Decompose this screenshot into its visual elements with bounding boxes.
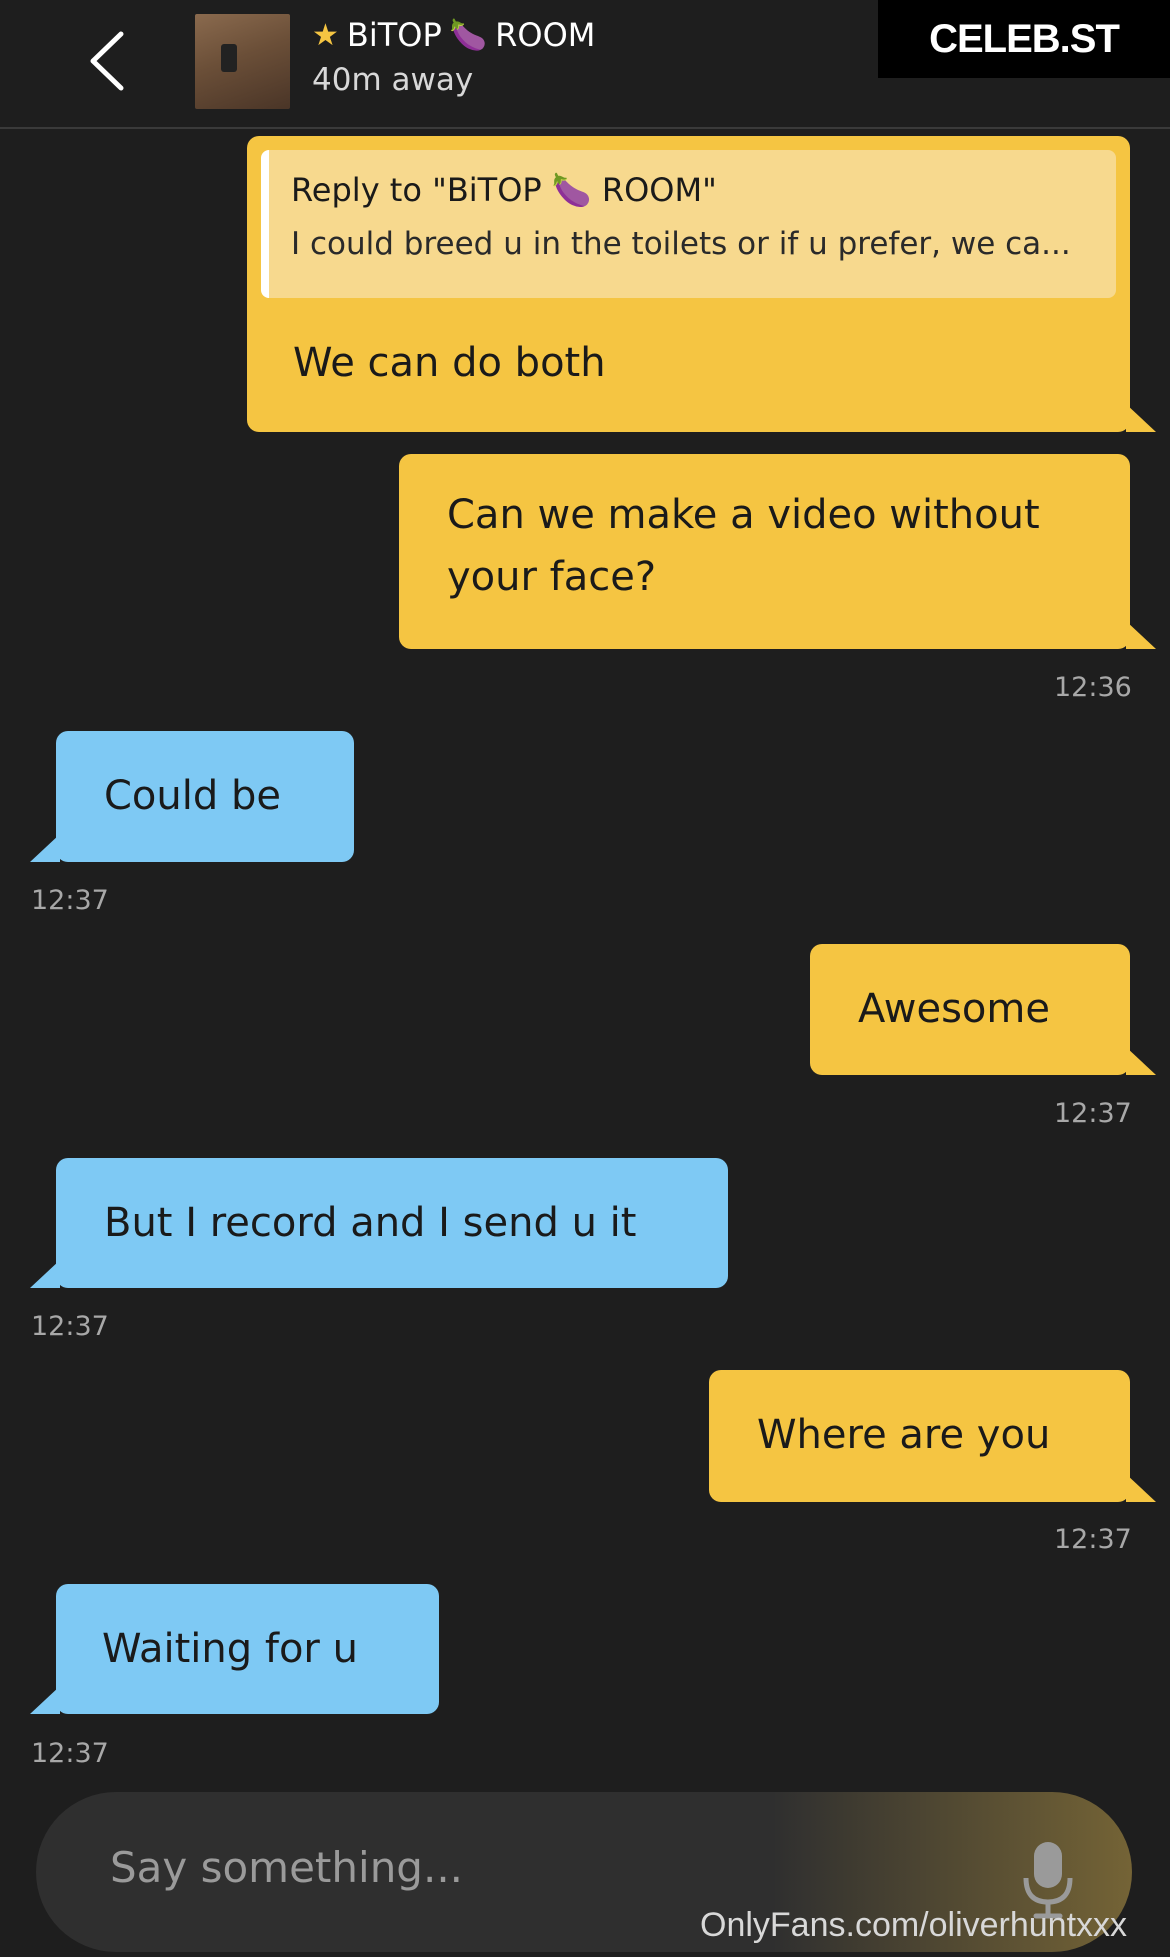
reply-quote-title: Reply to "BiTOP 🍆 ROOM" — [291, 171, 717, 209]
message-text: Waiting for u — [102, 1626, 358, 1672]
message-input[interactable] — [108, 1842, 912, 1893]
contact-name[interactable]: ★ BiTOP 🍆 ROOM — [312, 16, 595, 54]
message-text: Could be — [104, 773, 281, 819]
avatar-photo-detail — [221, 44, 237, 72]
message-text: Where are you — [757, 1412, 1051, 1458]
message-text: But I record and I send u it — [104, 1200, 637, 1246]
message-text: Awesome — [858, 986, 1050, 1032]
back-chevron-icon — [90, 31, 124, 91]
message-bubble-sent[interactable]: Awesome — [810, 944, 1156, 1075]
message-bubble-sent[interactable]: Reply to "BiTOP 🍆 ROOM" I could breed u … — [247, 136, 1156, 432]
message-timestamp: 12:37 — [1054, 1524, 1132, 1555]
message-text-line: Can we make a video without — [447, 492, 1040, 538]
bubble-tail — [1126, 1474, 1156, 1502]
message-bubble-received[interactable]: Waiting for u — [30, 1584, 439, 1714]
contact-name-suffix: ROOM — [495, 16, 596, 54]
eggplant-icon: 🍆 — [449, 17, 488, 53]
message-timestamp: 12:36 — [1054, 672, 1132, 703]
bubble-tail — [30, 834, 60, 862]
bubble-tail — [1126, 404, 1156, 432]
message-timestamp: 12:37 — [1054, 1098, 1132, 1129]
message-bubble-sent[interactable]: Can we make a video without your face? — [399, 454, 1156, 649]
message-bubble-received[interactable]: But I record and I send u it — [30, 1158, 728, 1288]
star-icon: ★ — [312, 17, 339, 53]
reply-quote[interactable]: Reply to "BiTOP 🍆 ROOM" I could breed u … — [261, 150, 1116, 298]
message-bubble-sent[interactable]: Where are you — [709, 1370, 1156, 1502]
celeb-logo: CELEB.ST — [878, 0, 1170, 78]
watermark-text: OnlyFans.com/oliverhuntxxx — [700, 1906, 1128, 1944]
bubble-tail — [1126, 1047, 1156, 1075]
contact-name-text: BiTOP — [346, 16, 442, 54]
contact-distance: 40m away — [312, 62, 474, 98]
bubble-tail — [30, 1260, 60, 1288]
message-timestamp: 12:37 — [31, 1738, 109, 1769]
reply-quote-text: I could breed u in the toilets or if u p… — [291, 226, 1071, 262]
bubble-tail — [30, 1686, 60, 1714]
chat-header: ★ BiTOP 🍆 ROOM 40m away CELEB.ST — [0, 0, 1170, 129]
contact-avatar[interactable] — [195, 14, 290, 109]
message-timestamp: 12:37 — [31, 1311, 109, 1342]
message-bubble-received[interactable]: Could be — [30, 731, 354, 862]
bubble-tail — [1126, 621, 1156, 649]
message-text-line: your face? — [447, 554, 657, 600]
message-timestamp: 12:37 — [31, 885, 109, 916]
message-text: We can do both — [293, 340, 606, 386]
back-button[interactable] — [72, 26, 142, 96]
